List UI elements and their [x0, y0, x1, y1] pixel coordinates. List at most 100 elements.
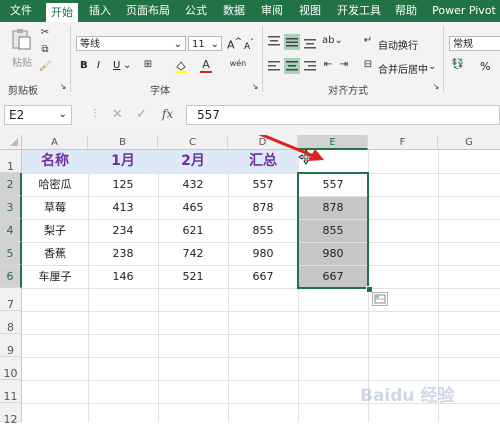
tab-insert[interactable]: 插入 [84, 0, 116, 22]
wrap-text-button[interactable]: 自动换行 [378, 37, 418, 52]
spreadsheet-grid[interactable]: A B C D E F G 1 2 3 4 5 6 7 8 9 10 11 12… [0, 115, 500, 426]
cell-a2[interactable]: 哈密瓜 [22, 173, 88, 196]
cell-b6[interactable]: 146 [88, 265, 158, 288]
tab-view[interactable]: 视图 [294, 0, 326, 22]
select-all-corner[interactable] [0, 135, 22, 150]
align-top-icon[interactable] [266, 34, 282, 50]
font-color-icon[interactable]: A [200, 58, 212, 73]
row-header-11[interactable]: 11 [0, 380, 22, 403]
cell-a3[interactable]: 草莓 [22, 196, 88, 219]
font-name-select[interactable]: 等线 ⌄ [76, 36, 186, 51]
percent-button[interactable]: % [480, 60, 490, 73]
merge-center-icon[interactable]: ⊟ [362, 59, 374, 70]
align-center-icon[interactable] [284, 58, 300, 74]
copy-icon[interactable]: ⧉ [38, 44, 52, 55]
align-bottom-icon[interactable] [302, 34, 318, 50]
cell-c5[interactable]: 742 [158, 242, 228, 265]
cell-d3[interactable]: 878 [228, 196, 298, 219]
orientation-icon[interactable]: ab⌄ [322, 35, 343, 46]
cell-d2[interactable]: 557 [228, 173, 298, 196]
chevron-down-icon[interactable]: ⌄ [123, 60, 131, 71]
row-header-8[interactable]: 8 [0, 311, 22, 334]
tab-formulas[interactable]: 公式 [180, 0, 212, 22]
row-header-2[interactable]: 2 [0, 173, 22, 196]
number-format-value: 常规 [453, 39, 473, 50]
fill-color-icon[interactable] [174, 59, 188, 76]
more-icon: ⋮ [90, 108, 100, 119]
cell-c4[interactable]: 621 [158, 219, 228, 242]
cell-c2[interactable]: 432 [158, 173, 228, 196]
name-box[interactable]: E2 ⌄ [4, 105, 72, 125]
number-format-select[interactable]: 常规 [449, 36, 500, 51]
cancel-icon[interactable]: ✕ [112, 107, 123, 122]
tab-file[interactable]: 文件 [2, 0, 40, 22]
cell-b5[interactable]: 238 [88, 242, 158, 265]
row-header-1[interactable]: 1 [0, 150, 22, 173]
tab-data[interactable]: 数据 [218, 0, 250, 22]
font-size-value: 11 [192, 39, 205, 50]
bold-button[interactable]: B [80, 60, 88, 71]
ribbon-divider [70, 26, 71, 92]
phonetic-icon[interactable]: wén [229, 59, 247, 68]
align-middle-icon[interactable] [284, 34, 300, 50]
row-header-12[interactable]: 12 [0, 403, 22, 426]
cell-a1[interactable]: 名称 [22, 150, 88, 173]
decrease-indent-icon[interactable]: ⇤ [322, 59, 334, 70]
font-launcher-icon[interactable]: ↘ [251, 82, 259, 91]
cell-b3[interactable]: 413 [88, 196, 158, 219]
tab-power-pivot[interactable]: Power Pivot [428, 0, 500, 22]
row-header-3[interactable]: 3 [0, 196, 22, 219]
grow-font-button[interactable]: A^ [227, 36, 242, 52]
cell-b2[interactable]: 125 [88, 173, 158, 196]
merge-center-button[interactable]: 合并后居中 [378, 61, 428, 76]
row-header-9[interactable]: 9 [0, 334, 22, 357]
clipboard-launcher-icon[interactable]: ↘ [59, 82, 67, 91]
increase-indent-icon[interactable]: ⇥ [338, 59, 350, 70]
tab-help[interactable]: 帮助 [390, 0, 422, 22]
cell-c3[interactable]: 465 [158, 196, 228, 219]
font-size-select[interactable]: 11 ⌄ [188, 36, 222, 51]
chevron-down-icon[interactable]: ⌄ [428, 61, 436, 72]
annotation-arrow-icon [212, 115, 332, 175]
enter-icon[interactable]: ✓ [136, 107, 147, 122]
cell-b4[interactable]: 234 [88, 219, 158, 242]
cell-a5[interactable]: 香蕉 [22, 242, 88, 265]
column-header-a[interactable]: A [22, 135, 88, 150]
tab-page-layout[interactable]: 页面布局 [122, 0, 174, 22]
cell-c6[interactable]: 521 [158, 265, 228, 288]
row-header-6[interactable]: 6 [0, 265, 22, 288]
column-header-g[interactable]: G [438, 135, 500, 150]
cell-d4[interactable]: 855 [228, 219, 298, 242]
align-right-icon[interactable] [302, 58, 318, 74]
accounting-format-icon[interactable]: 💱 [451, 59, 465, 70]
format-painter-icon[interactable]: 🖌 [38, 61, 52, 72]
cell-d5[interactable]: 980 [228, 242, 298, 265]
row-header-10[interactable]: 10 [0, 357, 22, 380]
cell-a6[interactable]: 车厘子 [22, 265, 88, 288]
row-header-4[interactable]: 4 [0, 219, 22, 242]
column-header-f[interactable]: F [368, 135, 438, 150]
wrap-text-icon[interactable]: ↵ [362, 35, 374, 46]
cut-icon[interactable]: ✂ [38, 27, 52, 38]
alignment-launcher-icon[interactable]: ↘ [432, 82, 440, 91]
paste-label[interactable]: 粘贴 [12, 54, 32, 69]
tab-home[interactable]: 开始 [46, 3, 78, 22]
row-header-5[interactable]: 5 [0, 242, 22, 265]
cell-b1[interactable]: 1月 [88, 150, 158, 173]
chevron-down-icon: ⌄ [210, 39, 219, 50]
shrink-font-button[interactable]: Aˇ [244, 38, 254, 52]
quick-analysis-icon[interactable] [372, 292, 388, 306]
borders-icon[interactable]: ⊞ [141, 59, 155, 70]
formula-input[interactable]: 557 [186, 105, 500, 125]
italic-button[interactable]: I [97, 60, 100, 71]
cell-d6[interactable]: 667 [228, 265, 298, 288]
cell-a4[interactable]: 梨子 [22, 219, 88, 242]
tab-review[interactable]: 审阅 [256, 0, 288, 22]
tab-developer[interactable]: 开发工具 [332, 0, 386, 22]
insert-function-button[interactable]: fx [162, 107, 173, 121]
column-header-b[interactable]: B [88, 135, 158, 150]
align-left-icon[interactable] [266, 58, 282, 74]
row-header-7[interactable]: 7 [0, 288, 22, 311]
paste-icon[interactable] [10, 28, 32, 50]
underline-button[interactable]: U [113, 60, 120, 71]
